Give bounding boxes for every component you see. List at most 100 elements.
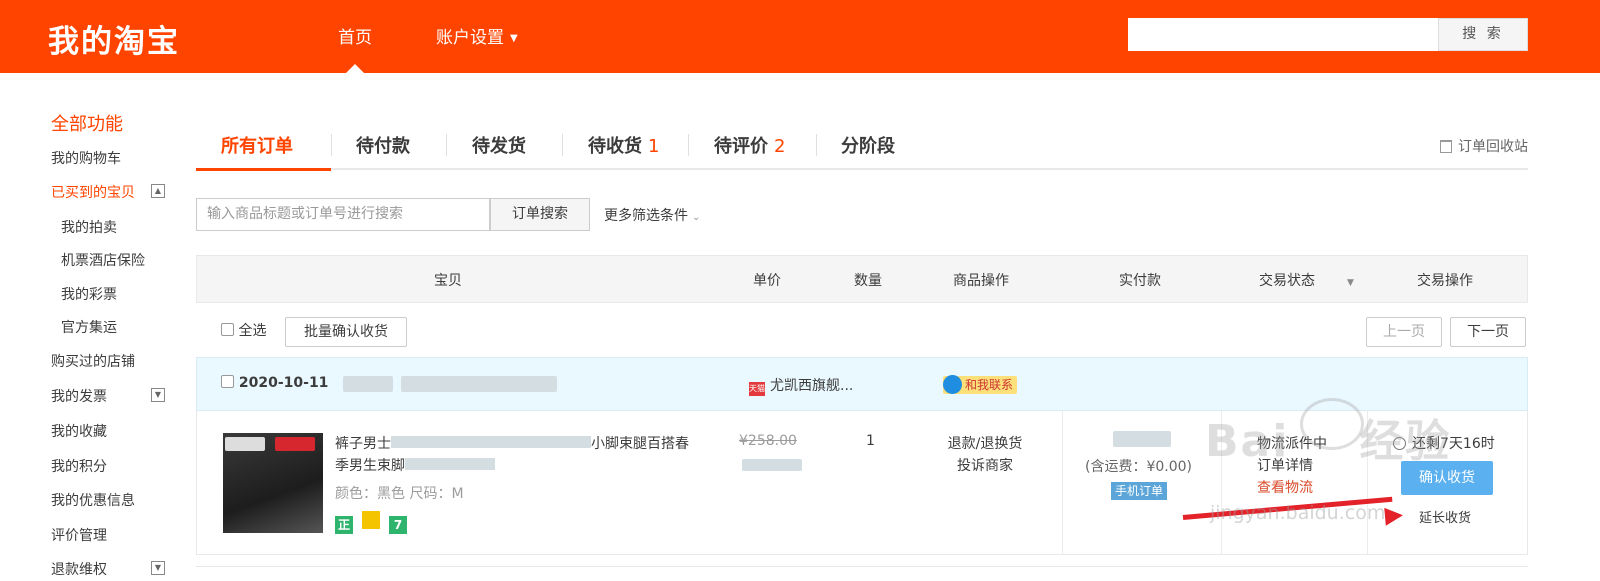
batch-confirm-button[interactable]: 批量确认收货	[285, 317, 407, 347]
nav-home-label: 首页	[338, 28, 372, 48]
divider	[196, 566, 1528, 567]
tab-count: 2	[774, 136, 786, 157]
tab-divider	[331, 134, 332, 156]
collapse-icon[interactable]: ▲	[151, 184, 165, 198]
tab-divider	[816, 134, 817, 156]
prev-page-button[interactable]: 上一页	[1366, 317, 1442, 347]
shipping-fee: (含运费：¥0.00)	[1085, 459, 1193, 475]
image-label	[275, 437, 315, 451]
title-text: 小脚束腿百搭春	[591, 436, 689, 452]
col-item: 宝贝	[434, 273, 462, 289]
seven-day-return-badge-icon[interactable]: 7	[389, 516, 407, 534]
mobile-order-badge: 手机订单	[1111, 482, 1168, 500]
sidebar-item-invoice[interactable]: 我的发票	[51, 386, 107, 406]
service-badges: 正7	[335, 511, 416, 534]
expand-icon[interactable]: ▼	[151, 388, 165, 402]
sidebar-item-favorites[interactable]: 我的收藏	[51, 421, 107, 441]
expand-icon[interactable]: ▼	[151, 561, 165, 575]
sidebar-title: 全部功能	[51, 114, 123, 135]
chevron-down-icon: ▼	[510, 33, 518, 44]
wangwang-icon	[943, 375, 962, 394]
watermark-url: jingyan.baidu.com	[1210, 502, 1386, 524]
col-status[interactable]: 交易状态 ▼	[1259, 270, 1354, 290]
extend-receipt-link[interactable]: 延长收货	[1419, 507, 1471, 526]
original-price: ¥258.00	[739, 433, 797, 449]
sidebar-item-travel[interactable]: 机票酒店保险	[61, 250, 145, 270]
col-actions: 交易操作	[1417, 273, 1473, 289]
select-all-label: 全选	[238, 323, 267, 339]
trash-icon	[1440, 140, 1452, 153]
tab-pending-ship[interactable]: 待发货	[472, 132, 526, 158]
tab-divider	[562, 134, 563, 156]
order-search-input[interactable]: 输入商品标题或订单号进行搜索	[196, 198, 490, 231]
search-input[interactable]	[1128, 18, 1438, 51]
chevron-down-icon: ⌄	[692, 212, 701, 223]
col-paid: 实付款	[1119, 273, 1161, 289]
nav-account-label: 账户设置	[436, 28, 504, 48]
active-tab-underline	[196, 168, 331, 171]
tab-count: 1	[648, 136, 660, 157]
contact-label: 和我联系	[965, 378, 1014, 392]
title-text: 季男生束脚	[335, 458, 405, 474]
sidebar-item-auction[interactable]: 我的拍卖	[61, 217, 117, 237]
sidebar-item-points[interactable]: 我的积分	[51, 456, 107, 476]
order-recycle-bin[interactable]: 订单回收站	[1440, 136, 1528, 156]
active-nav-indicator	[346, 64, 364, 73]
order-date: 2020-10-11	[221, 375, 328, 391]
tab-pending-review[interactable]: 待评价 2	[714, 132, 785, 158]
tab-label: 待收货	[588, 136, 642, 157]
col-quantity: 数量	[854, 273, 882, 289]
sidebar-item-shops[interactable]: 购买过的店铺	[51, 351, 135, 371]
sidebar-item-purchased[interactable]: 已买到的宝贝	[51, 182, 135, 202]
shield-badge-icon[interactable]	[362, 511, 380, 529]
tmall-icon: 天猫	[749, 382, 765, 396]
chevron-down-icon: ▼	[1347, 278, 1354, 288]
col-unit-price: 单价	[753, 273, 781, 289]
watermark-brand: Bai 经验	[1205, 405, 1451, 469]
order-checkbox[interactable]	[221, 375, 234, 388]
authentic-badge-icon[interactable]: 正	[335, 516, 353, 534]
order-tabs: 所有订单 待付款 待发货 待收货 1 待评价 2 分阶段 订单回收站	[196, 122, 1528, 171]
checkbox[interactable]	[221, 323, 234, 336]
sidebar-item-consolidation[interactable]: 官方集运	[61, 317, 117, 337]
sidebar-item-coupons[interactable]: 我的优惠信息	[51, 490, 135, 510]
more-filters-label: 更多筛选条件	[604, 208, 688, 224]
tab-installment[interactable]: 分阶段	[841, 132, 895, 158]
blurred-title	[405, 458, 495, 470]
sidebar-item-refunds[interactable]: 退款维权	[51, 559, 107, 579]
tab-all-orders[interactable]: 所有订单	[221, 132, 293, 158]
select-all[interactable]: 全选	[221, 320, 266, 340]
next-page-button[interactable]: 下一页	[1450, 317, 1526, 347]
sidebar-item-reviews[interactable]: 评价管理	[51, 525, 107, 545]
column-divider	[1062, 411, 1063, 554]
order-date-text: 2020-10-11	[238, 375, 329, 391]
watermark-brand-text: Bai	[1205, 416, 1290, 467]
col-status-label: 交易状态	[1259, 273, 1315, 289]
more-filters-toggle[interactable]: 更多筛选条件 ⌄	[604, 205, 700, 225]
search-button[interactable]: 搜 索	[1438, 18, 1528, 51]
annotation-arrowhead	[1384, 506, 1404, 526]
shop-link[interactable]: 天猫 尤凯西旗舰...	[749, 375, 853, 396]
product-image[interactable]	[223, 433, 323, 533]
view-logistics-link[interactable]: 查看物流	[1257, 477, 1327, 499]
top-bar: 我的淘宝 首页 账户设置 ▼ 搜 索	[0, 0, 1600, 73]
product-attributes: 颜色：黑色 尺码：M	[335, 486, 464, 502]
contact-seller-button[interactable]: 和我联系	[943, 375, 1018, 394]
nav-home[interactable]: 首页	[338, 23, 372, 48]
blurred-actual-price	[742, 459, 802, 471]
product-title[interactable]: 裤子男士 小脚束腿百搭春 季男生束脚	[335, 433, 705, 477]
order-search-button[interactable]: 订单搜索	[490, 198, 590, 231]
nav-account-settings[interactable]: 账户设置 ▼	[436, 23, 518, 48]
tab-divider	[688, 134, 689, 156]
complain-link[interactable]: 投诉商家	[935, 455, 1035, 477]
quantity: 1	[866, 433, 875, 449]
blurred-title	[391, 436, 591, 448]
image-label	[225, 437, 265, 451]
sidebar-item-cart[interactable]: 我的购物车	[51, 148, 121, 168]
logo[interactable]: 我的淘宝	[48, 16, 180, 61]
refund-link[interactable]: 退款/退换货	[935, 433, 1035, 455]
tab-pending-receive[interactable]: 待收货 1	[588, 132, 659, 158]
tab-pending-pay[interactable]: 待付款	[356, 132, 410, 158]
sidebar-item-lottery[interactable]: 我的彩票	[61, 284, 117, 304]
blurred-order-number	[401, 376, 557, 392]
